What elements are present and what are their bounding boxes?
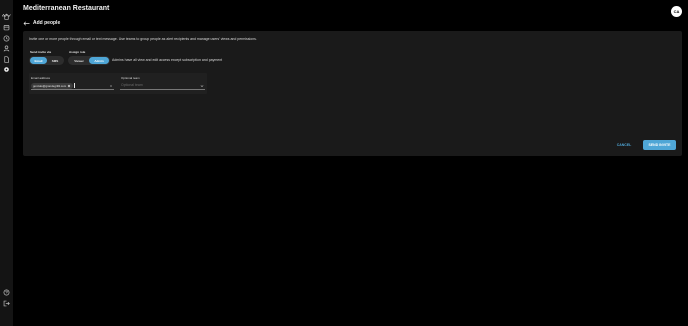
page-header: Add people xyxy=(23,20,60,26)
avatar[interactable]: CA xyxy=(671,6,682,17)
role-admin-option[interactable]: Admin xyxy=(89,57,109,64)
clock-icon[interactable] xyxy=(3,35,10,42)
invite-intro-text: Invite one or more people through email … xyxy=(29,37,257,41)
gear-icon[interactable] xyxy=(3,66,10,73)
email-input[interactable]: gonzalo@grandegrillit.com xyxy=(31,82,114,90)
text-cursor xyxy=(74,83,76,88)
arrow-left-icon[interactable] xyxy=(23,21,30,26)
invite-form-row: Email address gonzalo@grandegrillit.com … xyxy=(29,73,207,94)
chevron-down-icon[interactable] xyxy=(200,84,204,88)
box-icon[interactable] xyxy=(3,24,10,31)
person-icon[interactable] xyxy=(3,45,10,52)
help-icon[interactable] xyxy=(3,289,10,296)
invite-card: Invite one or more people through email … xyxy=(23,31,682,156)
clear-input-icon[interactable] xyxy=(109,84,113,88)
send-via-email-option[interactable]: Email xyxy=(30,57,47,64)
role-viewer-option[interactable]: Viewer xyxy=(69,57,89,64)
logout-icon[interactable] xyxy=(3,300,10,307)
home-icon[interactable] xyxy=(3,13,10,20)
role-toggle: Viewer Admin xyxy=(68,56,110,65)
optional-team-label: Optional team xyxy=(121,76,140,80)
remove-chip-icon[interactable] xyxy=(67,84,71,88)
email-address-label: Email address xyxy=(31,76,51,80)
send-via-toggle: Email SMS xyxy=(29,56,64,65)
app-logo-icon[interactable] xyxy=(1,4,11,17)
team-select[interactable]: Optional team xyxy=(120,82,205,90)
page-title: Add people xyxy=(33,20,61,26)
send-invite-button[interactable]: SEND INVITE xyxy=(643,140,676,150)
email-chip[interactable]: gonzalo@grandegrillit.com xyxy=(31,82,74,89)
email-chip-label: gonzalo@grandegrillit.com xyxy=(33,83,67,88)
send-via-sms-option[interactable]: SMS xyxy=(47,57,63,64)
document-icon[interactable] xyxy=(3,56,10,63)
role-description: Admins have all view and edit access exc… xyxy=(112,58,223,62)
organization-title: Mediterranean Restaurant xyxy=(23,5,110,12)
cancel-button[interactable]: CANCEL xyxy=(614,141,634,149)
sidebar xyxy=(0,0,13,326)
assign-role-label: Assign role xyxy=(69,50,86,54)
send-via-label: Send invite via xyxy=(30,50,52,54)
team-placeholder: Optional team xyxy=(121,83,143,87)
